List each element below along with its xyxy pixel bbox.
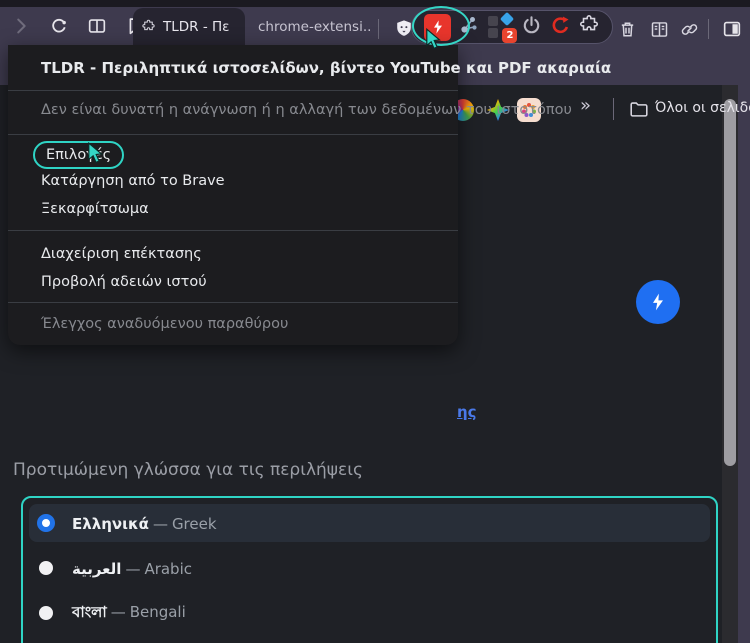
menu-item-unpin[interactable]: Ξεκαρφίτσωμα [41, 201, 149, 217]
tab-title: chrome-extensi... [258, 18, 370, 35]
reading-list-button[interactable] [644, 14, 674, 44]
language-option-arabic[interactable]: العربية — Arabic [29, 549, 710, 587]
menu-item-manage[interactable]: Διαχείριση επέκτασης [41, 246, 202, 262]
sidebar-icon [723, 21, 741, 37]
link-icon [681, 23, 697, 35]
language-list: Ελληνικά — Greek العربية — Arabic বাংলা — Beng… [21, 496, 718, 643]
tldr-floating-button[interactable] [636, 280, 680, 324]
menu-separator [8, 90, 458, 91]
scrollbar-thumb[interactable] [724, 99, 736, 466]
book-icon [651, 21, 667, 37]
refresh-extension-button[interactable] [549, 14, 572, 41]
trash-button[interactable] [612, 14, 642, 44]
forward-button[interactable] [6, 11, 36, 41]
extensions-group: 2 [411, 10, 613, 44]
menu-item-options[interactable]: Επιλογές [33, 141, 125, 169]
copy-link-button[interactable] [674, 14, 704, 44]
power-extension-button[interactable] [520, 14, 543, 41]
browser-window: TLDR - Πε chrome-extensi... 2 » Όλοι οι … [0, 0, 750, 643]
language-option-greek[interactable]: Ελληνικά — Greek [29, 504, 710, 542]
language-option-bengali[interactable]: বাংলা — Bengali [29, 594, 710, 632]
folder-icon [630, 102, 648, 117]
tab-title: TLDR - Πε [163, 18, 230, 35]
molecule-icon [461, 17, 477, 33]
tab-tldr[interactable]: TLDR - Πε [133, 8, 245, 45]
toolbar: TLDR - Πε chrome-extensi... 2 [0, 7, 750, 45]
menu-separator [8, 230, 458, 231]
menu-title[interactable]: TLDR - Περιληπτικά ιστοσελίδων, βίντεο Y… [41, 59, 611, 77]
split-view-button[interactable] [82, 11, 112, 41]
menu-item-no-access: Δεν είναι δυνατή η ανάγνωση ή η αλλαγή τ… [41, 102, 572, 118]
menu-item-popup-check: Έλεγχος αναδυόμενου παραθύρου [41, 316, 289, 332]
extensions-menu-button[interactable] [578, 14, 600, 40]
extension-badge: 2 [502, 28, 518, 43]
puzzle-icon [579, 15, 598, 31]
power-icon [523, 15, 539, 33]
lightning-icon [653, 293, 663, 311]
toolbar-separator [378, 19, 379, 39]
menu-separator [8, 302, 458, 303]
block-icon [488, 28, 499, 38]
radio-unselected[interactable] [39, 606, 53, 620]
bookmarks-overflow-button[interactable]: » [580, 95, 591, 116]
window-top-edge [0, 0, 750, 7]
radio-unselected[interactable] [39, 561, 53, 575]
menu-item-permissions[interactable]: Προβολή αδειών ιστού [41, 274, 207, 290]
lightning-icon [433, 20, 442, 34]
tab-chrome-extension[interactable]: chrome-extensi... [252, 8, 370, 45]
language-option-portuguese[interactable]: Português (Brasil)—Brazilian Portuguese [29, 639, 710, 643]
trash-icon [621, 21, 633, 37]
all-bookmarks-label[interactable]: Όλοι οι σελιδοδείκ [655, 100, 750, 116]
language-section-heading: Προτιμώμενη γλώσσα για τις περιλήψεις [13, 460, 363, 480]
bookmarks-separator [613, 98, 614, 120]
red-reload-icon [552, 16, 569, 33]
graph-extension-button[interactable] [457, 13, 481, 41]
tldr-extension-button[interactable] [424, 13, 452, 41]
reload-button[interactable] [44, 11, 74, 41]
extension-favicon-icon [142, 19, 155, 31]
diamond-icon [500, 11, 515, 27]
menu-separator [8, 134, 458, 135]
menu-item-remove[interactable]: Κατάργηση από το Brave [41, 173, 225, 189]
block-icon [488, 16, 499, 26]
blocks-extension-button[interactable]: 2 [487, 11, 518, 43]
radio-selected[interactable] [37, 514, 55, 532]
toolbar-separator [708, 19, 709, 39]
all-bookmarks-button[interactable] [628, 98, 650, 124]
extension-context-menu: TLDR - Περιληπτικά ιστοσελίδων, βίντεο Y… [8, 45, 611, 345]
sidebar-toggle-button[interactable] [717, 14, 747, 44]
partial-link[interactable]: ης [457, 403, 477, 421]
